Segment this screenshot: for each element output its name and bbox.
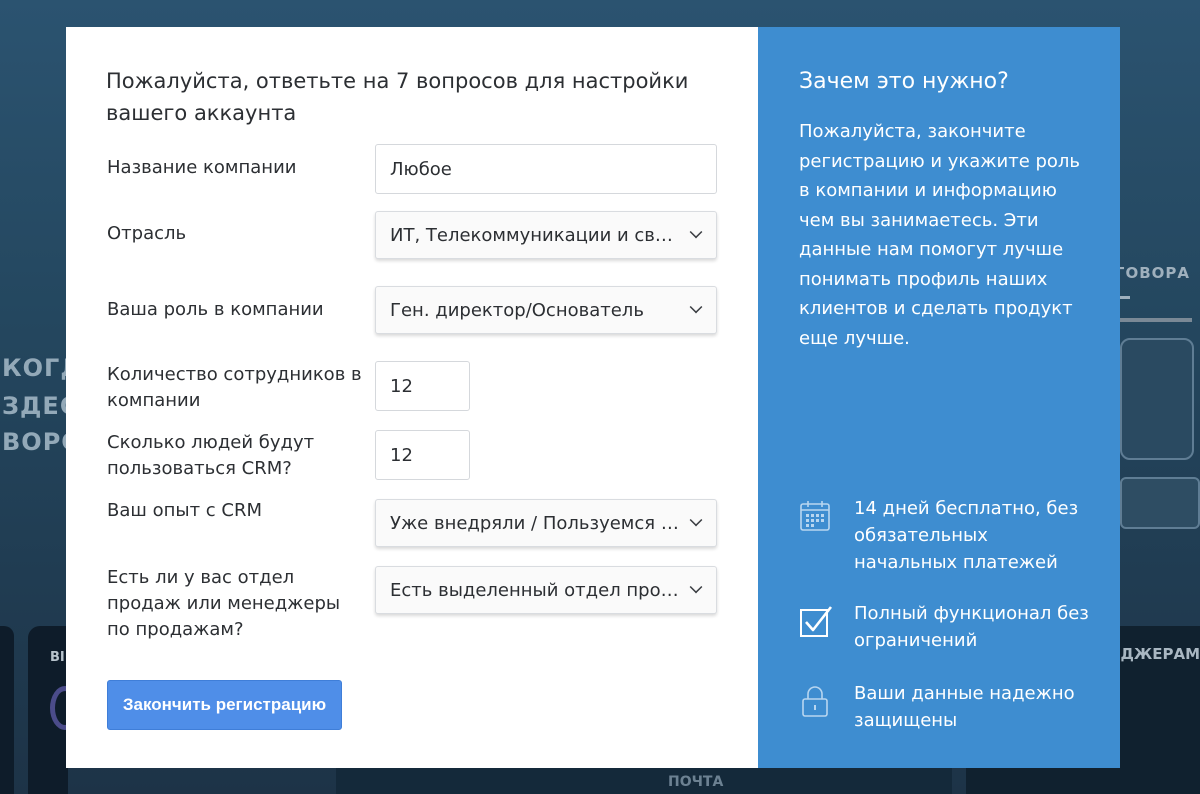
crm-users-label: Сколько людей будут пользоваться CRM?	[107, 432, 315, 479]
finish-registration-button[interactable]: Закончить регистрацию	[107, 680, 342, 730]
registration-modal: Пожалуйста, ответьте на 7 вопросов для н…	[66, 27, 1120, 768]
background-card	[0, 626, 14, 794]
background-heading: ЕДЖЕРАМ	[1110, 645, 1200, 663]
info-panel: Зачем это нужно? Пожалуйста, закончите р…	[758, 27, 1120, 768]
crm-users-input[interactable]: 12	[375, 430, 470, 480]
chevron-down-icon	[689, 580, 703, 594]
company-name-input[interactable]: Любое	[375, 144, 717, 194]
sales-dept-label: Есть ли у вас отдел продаж или менеджеры…	[107, 567, 341, 640]
sales-dept-select[interactable]: Есть выделенный отдел продаж	[375, 566, 717, 614]
employees-input[interactable]: 12	[375, 361, 470, 411]
crm-experience-selected-value: Уже внедряли / Пользуемся CRM	[390, 512, 690, 534]
industry-row: Отрасль	[107, 221, 362, 247]
role-row: Ваша роль в компании	[107, 297, 362, 323]
industry-selected-value: ИТ, Телекоммуникации и связь	[390, 224, 686, 246]
feature-item: Полный функционал без ограничений	[799, 600, 1094, 654]
background-divider	[1120, 296, 1130, 299]
industry-select[interactable]: ИТ, Телекоммуникации и связь	[375, 211, 717, 259]
industry-label: Отрасль	[107, 223, 187, 244]
checkbox-icon	[800, 606, 833, 637]
calendar-icon	[800, 501, 830, 531]
lock-icon	[802, 686, 828, 717]
feature-item: 14 дней бесплатно, без обязательных нача…	[799, 495, 1094, 576]
background-label: ПОЧТА	[668, 774, 724, 790]
feature-item: Ваши данные надежно защищены	[799, 680, 1094, 734]
chevron-down-icon	[689, 225, 703, 239]
crm-experience-select[interactable]: Уже внедряли / Пользуемся CRM	[375, 499, 717, 547]
registration-form: Пожалуйста, ответьте на 7 вопросов для н…	[66, 27, 758, 768]
feature-text: Ваши данные надежно защищены	[854, 683, 1075, 731]
role-select[interactable]: Ген. директор/Основатель	[375, 286, 717, 334]
sales-dept-row: Есть ли у вас отдел продаж или менеджеры…	[107, 565, 362, 643]
role-label: Ваша роль в компании	[107, 299, 324, 320]
feature-text: 14 дней бесплатно, без обязательных нача…	[854, 498, 1079, 573]
info-text: Пожалуйста, закончите регистрацию и укаж…	[799, 121, 1081, 349]
form-title: Пожалуйста, ответьте на 7 вопросов для н…	[106, 69, 689, 125]
background-heading: ГОВОРА	[1114, 264, 1190, 282]
chevron-down-icon	[689, 513, 703, 527]
employees-row: Количество сотрудников в компании	[107, 362, 362, 414]
background-card	[336, 768, 952, 794]
sales-dept-selected-value: Есть выделенный отдел продаж	[390, 579, 690, 601]
background-label: ВІ	[50, 650, 65, 665]
crm-users-row: Сколько людей будут пользоваться CRM?	[107, 430, 362, 482]
employees-label: Количество сотрудников в компании	[107, 364, 362, 411]
background-card	[1120, 338, 1194, 460]
crm-experience-label: Ваш опыт с CRM	[107, 500, 262, 521]
company-name-label: Название компании	[107, 157, 297, 178]
chevron-down-icon	[689, 300, 703, 314]
role-selected-value: Ген. директор/Основатель	[390, 299, 644, 321]
crm-experience-row: Ваш опыт с CRM	[107, 498, 362, 524]
company-name-row: Название компании	[107, 155, 362, 181]
background-button	[1120, 477, 1200, 529]
info-title: Зачем это нужно?	[799, 69, 1009, 94]
feature-text: Полный функционал без ограничений	[854, 603, 1089, 651]
